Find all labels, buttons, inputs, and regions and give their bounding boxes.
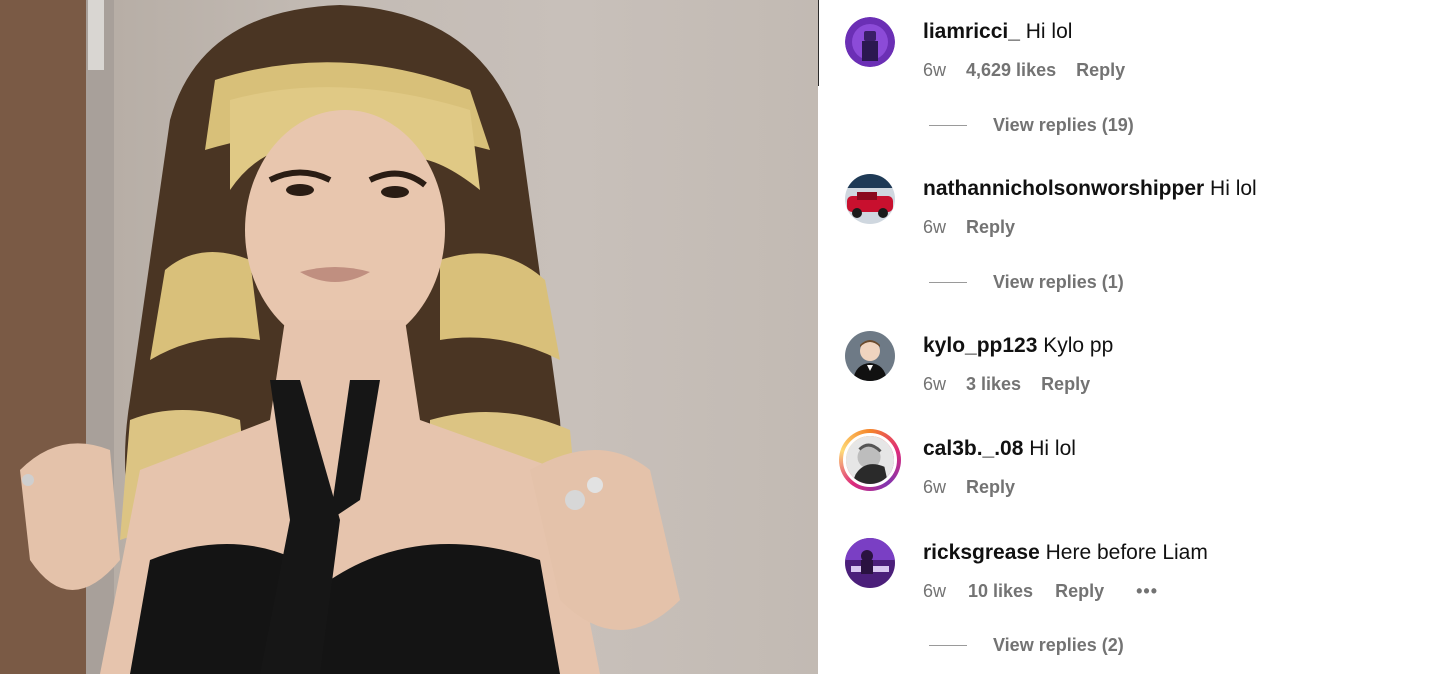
comment-text: Here before Liam [1045, 541, 1208, 564]
replies-divider-line [929, 125, 967, 126]
comments-panel[interactable]: liamricci_ Hi lol 6w 4,629 likes Reply V… [819, 0, 1452, 674]
comment-username[interactable]: ricksgrease [923, 541, 1040, 564]
comment-age: 6w [923, 581, 947, 601]
replies-divider-line [929, 645, 967, 646]
post-photo [0, 0, 818, 674]
comment-text: Hi lol [1025, 20, 1073, 43]
comment-text: Hi lol [1029, 437, 1076, 460]
more-options-icon[interactable]: ••• [1136, 581, 1158, 602]
portrait-photo [0, 0, 680, 674]
comment-text: Hi lol [1210, 177, 1257, 200]
reply-button[interactable]: Reply [966, 217, 1015, 238]
story-ring-avatar[interactable] [839, 429, 901, 491]
view-replies-button[interactable]: View replies (2) [929, 635, 1124, 656]
comment-age: 6w [923, 217, 947, 237]
comment-username[interactable]: kylo_pp123 [923, 334, 1037, 357]
comment-username[interactable]: nathannicholsonworshipper [923, 177, 1204, 200]
purple-figure-avatar[interactable] [845, 17, 895, 67]
purple-room-avatar[interactable] [845, 538, 895, 588]
comment-age: 6w [923, 477, 947, 497]
view-replies-label: View replies (1) [993, 272, 1124, 292]
reply-button[interactable]: Reply [1055, 581, 1104, 602]
comment-likes[interactable]: 10 likes [968, 581, 1033, 602]
race-car-avatar[interactable] [845, 174, 895, 224]
reply-button[interactable]: Reply [966, 477, 1015, 498]
comment-username[interactable]: liamricci_ [923, 20, 1020, 43]
view-replies-label: View replies (2) [993, 635, 1124, 655]
comment-likes[interactable]: 3 likes [966, 374, 1021, 395]
comment-likes[interactable]: 4,629 likes [966, 60, 1056, 81]
boy-portrait-avatar[interactable] [845, 331, 895, 381]
reply-button[interactable]: Reply [1076, 60, 1125, 81]
reply-button[interactable]: Reply [1041, 374, 1090, 395]
comment-age: 6w [923, 374, 947, 394]
replies-divider-line [929, 282, 967, 283]
comment-age: 6w [923, 60, 947, 80]
view-replies-label: View replies (19) [993, 115, 1134, 135]
view-replies-button[interactable]: View replies (19) [929, 115, 1134, 136]
view-replies-button[interactable]: View replies (1) [929, 272, 1124, 293]
comment-username[interactable]: cal3b._.08 [923, 437, 1023, 460]
comment-text: Kylo pp [1043, 334, 1114, 357]
